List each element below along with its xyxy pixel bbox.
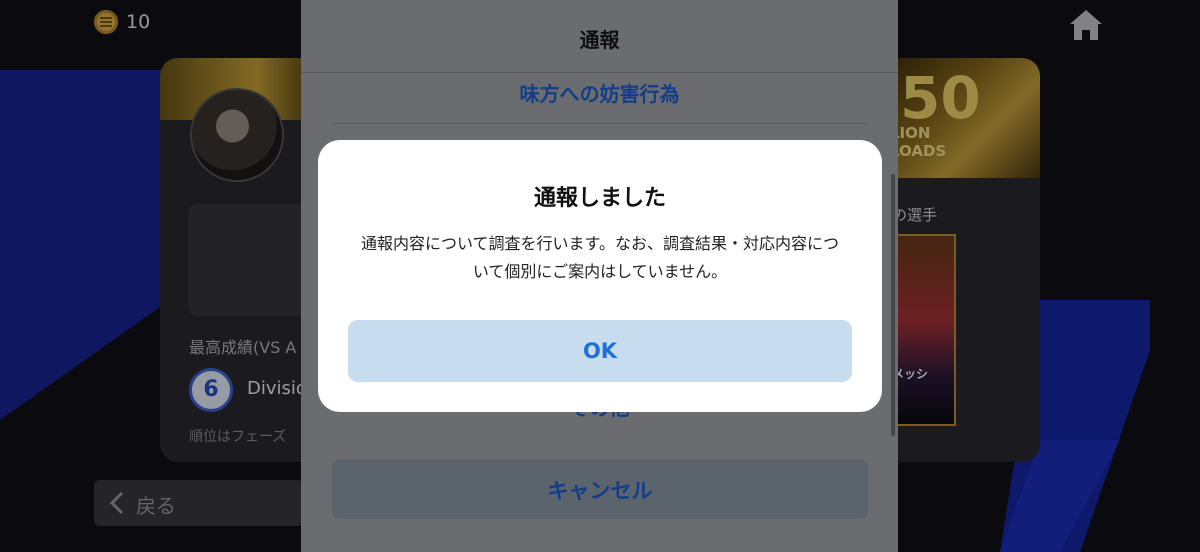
- division-label: Divisio: [247, 378, 307, 399]
- best-record-label: 最高成績(VS A: [189, 338, 297, 357]
- profile-panel: [188, 204, 318, 316]
- report-option-interference[interactable]: 味方への妨害行為: [301, 78, 898, 107]
- ok-button-label: OK: [582, 339, 618, 363]
- featured-player-label: の選手: [892, 206, 938, 224]
- ok-button[interactable]: OK: [348, 320, 852, 382]
- promo-banner[interactable]: 50 LION LOADS: [882, 58, 1040, 178]
- sheet-divider: [332, 123, 868, 124]
- home-icon[interactable]: [1068, 8, 1104, 42]
- division-badge: 6: [189, 368, 233, 412]
- sheet-scrollbar[interactable]: [891, 174, 895, 436]
- coin-icon: [94, 10, 118, 34]
- report-confirmation-dialog: 通報しました 通報内容について調査を行います。なお、調査結果・対応内容について個…: [318, 140, 882, 412]
- coin-count: 10: [126, 11, 151, 33]
- chevron-left-icon: [109, 491, 124, 515]
- banner-number: 50: [900, 64, 981, 132]
- featured-card[interactable]: 50 LION LOADS の選手 メッシ: [882, 58, 1040, 462]
- banner-text: LION LOADS: [890, 124, 947, 160]
- dialog-message: 通報内容について調査を行います。なお、調査結果・対応内容について個別にご案内はし…: [361, 234, 839, 281]
- cancel-button[interactable]: キャンセル: [332, 459, 868, 519]
- ranking-note: 順位はフェーズ: [189, 429, 287, 445]
- dialog-title: 通報しました: [533, 186, 666, 211]
- profile-card: 最高成績(VS A 6 Divisio 順位はフェーズ: [160, 58, 320, 462]
- cancel-button-label: キャンセル: [547, 479, 653, 503]
- back-button-label: 戻る: [136, 494, 176, 518]
- sheet-divider: [301, 72, 898, 73]
- avatar: [190, 88, 284, 182]
- sheet-title: 通報: [579, 28, 620, 52]
- player-card-image[interactable]: [896, 234, 956, 426]
- back-button[interactable]: 戻る: [94, 480, 304, 526]
